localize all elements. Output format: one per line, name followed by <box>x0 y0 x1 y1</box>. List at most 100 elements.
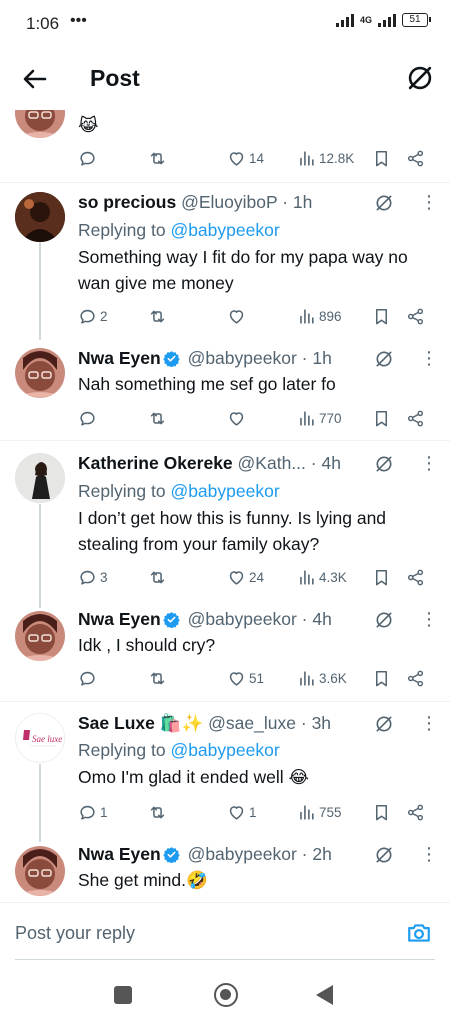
bookmark-button[interactable] <box>372 305 391 327</box>
user-handle[interactable]: @babypeekor <box>188 844 297 864</box>
reply-input[interactable]: Post your reply <box>15 923 135 944</box>
retweet-icon <box>148 803 167 822</box>
reply-button[interactable]: 3 <box>78 566 108 588</box>
user-handle[interactable]: @babypeekor <box>188 609 297 629</box>
reply-button[interactable]: 2 <box>78 305 108 327</box>
arrow-left-icon[interactable] <box>20 64 50 94</box>
display-name[interactable]: Sae Luxe 🛍️✨ <box>78 713 203 733</box>
grok-icon[interactable] <box>374 193 394 213</box>
grok-icon[interactable] <box>374 610 394 630</box>
more-icon[interactable]: ⋮ <box>420 609 438 629</box>
camera-icon[interactable] <box>406 920 432 946</box>
avatar[interactable] <box>15 348 65 398</box>
like-button[interactable]: 51 <box>227 667 264 689</box>
display-name[interactable]: Nwa Eyen <box>78 844 161 864</box>
reply-item[interactable]: Nwa Eyen @babypeekor · 2h ⋮ She get mind… <box>0 842 450 902</box>
views-button[interactable]: 3.6K <box>297 667 347 689</box>
heart-icon <box>227 568 246 587</box>
bookmark-button[interactable] <box>372 407 391 429</box>
retweet-button[interactable] <box>148 305 167 327</box>
heart-icon <box>227 669 246 688</box>
share-button[interactable] <box>406 566 425 588</box>
partial-tweet[interactable]: 😹 14 12.8K <box>0 110 450 182</box>
reply-button[interactable] <box>78 147 100 169</box>
retweet-button[interactable] <box>148 801 167 823</box>
views-icon <box>297 149 316 168</box>
avatar[interactable] <box>15 110 65 138</box>
recent-apps-button[interactable] <box>114 986 132 1004</box>
battery-icon: 51 <box>402 13 431 27</box>
replies-feed[interactable]: 😹 14 12.8K so precious @EluoyiboP · 1h ⋮… <box>0 110 450 902</box>
share-button[interactable] <box>406 801 425 823</box>
views-button[interactable]: 4.3K <box>297 566 347 588</box>
back-button[interactable] <box>316 985 333 1005</box>
share-button[interactable] <box>406 305 425 327</box>
bookmark-button[interactable] <box>372 566 391 588</box>
user-handle[interactable]: @EluoyiboP <box>181 192 277 212</box>
reply-button[interactable]: 1 <box>78 801 108 823</box>
more-icon[interactable]: ⋮ <box>420 348 438 368</box>
more-icon[interactable]: ⋮ <box>420 713 438 733</box>
like-button[interactable]: 24 <box>227 566 264 588</box>
reply-item[interactable]: Sae luxe Sae Luxe 🛍️✨ @sae_luxe · 3h ⋮ R… <box>0 702 450 842</box>
bookmark-button[interactable] <box>372 147 391 169</box>
share-button[interactable] <box>406 667 425 689</box>
like-button[interactable] <box>227 305 249 327</box>
avatar[interactable] <box>15 453 65 503</box>
display-name[interactable]: Katherine Okereke <box>78 453 233 473</box>
views-button[interactable]: 755 <box>297 801 342 823</box>
views-icon <box>297 307 316 326</box>
reply-item[interactable]: Katherine Okereke @Kath... · 4h ⋮ Replyi… <box>0 441 450 609</box>
post-time: · 4h <box>310 453 341 473</box>
mention-link[interactable]: @babypeekor <box>170 220 279 240</box>
views-button[interactable]: 896 <box>297 305 342 327</box>
views-button[interactable]: 770 <box>297 407 342 429</box>
action-bar: 14 12.8K <box>78 147 434 169</box>
reply-item[interactable]: Nwa Eyen @babypeekor · 1h ⋮ Nah somethin… <box>0 343 450 439</box>
retweet-icon <box>148 568 167 587</box>
user-handle[interactable]: @Kath... <box>238 453 306 473</box>
mention-link[interactable]: @babypeekor <box>170 740 279 760</box>
signal-icon <box>335 13 354 27</box>
reply-item[interactable]: so precious @EluoyiboP · 1h ⋮ Replying t… <box>0 183 450 343</box>
mention-link[interactable]: @babypeekor <box>170 481 279 501</box>
retweet-button[interactable] <box>148 407 167 429</box>
avatar[interactable] <box>15 192 65 242</box>
share-button[interactable] <box>406 407 425 429</box>
more-icon[interactable]: ⋮ <box>420 453 438 473</box>
retweet-button[interactable] <box>148 667 167 689</box>
bookmark-button[interactable] <box>372 801 391 823</box>
like-button[interactable]: 1 <box>227 801 257 823</box>
heart-icon <box>227 307 246 326</box>
display-name[interactable]: so precious <box>78 192 176 212</box>
more-icon[interactable]: ⋮ <box>420 192 438 212</box>
retweet-button[interactable] <box>148 566 167 588</box>
more-icon[interactable]: ⋮ <box>420 844 438 864</box>
avatar[interactable] <box>15 846 65 896</box>
status-time: 1:06 <box>26 14 60 33</box>
share-icon <box>406 803 425 822</box>
action-bar: 3 24 4.3K <box>78 566 434 588</box>
reply-item[interactable]: Nwa Eyen @babypeekor · 4h ⋮ Idk , I shou… <box>0 609 450 701</box>
grok-icon[interactable] <box>374 845 394 865</box>
bookmark-button[interactable] <box>372 667 391 689</box>
grok-icon[interactable] <box>406 64 434 92</box>
share-button[interactable] <box>406 147 425 169</box>
display-name[interactable]: Nwa Eyen <box>78 609 161 629</box>
display-name[interactable]: Nwa Eyen <box>78 348 161 368</box>
reply-button[interactable] <box>78 667 100 689</box>
like-button[interactable] <box>227 407 249 429</box>
grok-icon[interactable] <box>374 714 394 734</box>
retweet-button[interactable] <box>148 147 167 169</box>
like-button[interactable]: 14 <box>227 147 264 169</box>
home-button[interactable] <box>214 983 238 1007</box>
grok-icon[interactable] <box>374 349 394 369</box>
reply-button[interactable] <box>78 407 100 429</box>
avatar[interactable]: Sae luxe <box>15 713 65 763</box>
bookmark-icon <box>372 409 391 428</box>
avatar[interactable] <box>15 611 65 661</box>
user-handle[interactable]: @babypeekor <box>188 348 297 368</box>
grok-icon[interactable] <box>374 454 394 474</box>
user-handle[interactable]: @sae_luxe <box>208 713 296 733</box>
views-button[interactable]: 12.8K <box>297 147 354 169</box>
